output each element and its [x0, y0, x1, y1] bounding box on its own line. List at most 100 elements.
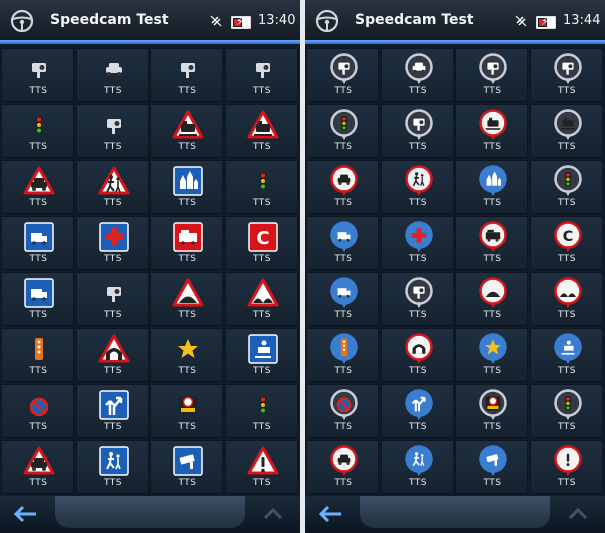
- double-camera-icon: [106, 119, 121, 134]
- alert-type-tile[interactable]: TTS: [75, 48, 149, 102]
- alert-type-tile[interactable]: TTS: [529, 104, 603, 158]
- alert-type-tile[interactable]: TTS: [306, 272, 379, 326]
- alert-type-tile[interactable]: TTS: [455, 216, 528, 270]
- alert-type-tile[interactable]: TTS: [150, 104, 223, 158]
- alert-type-tile[interactable]: TTS: [1, 384, 74, 438]
- alert-type-tile[interactable]: TTS: [380, 440, 454, 494]
- alert-type-tile[interactable]: TTS: [380, 48, 454, 102]
- alert-type-tile[interactable]: TTS: [529, 440, 603, 494]
- alert-type-tile[interactable]: TTS: [455, 160, 528, 214]
- scroll-up-chevron-icon[interactable]: [567, 505, 589, 521]
- alert-type-tile[interactable]: TTS: [224, 272, 298, 326]
- surveillance-camera-sign-icon: [173, 446, 203, 476]
- toll-booth-sign-icon: [24, 222, 54, 252]
- mobile-speed-camera-icon: [106, 287, 121, 302]
- steering-wheel-logo-icon[interactable]: [10, 9, 34, 33]
- alert-type-tile[interactable]: TTS: [224, 160, 298, 214]
- alert-type-tile[interactable]: C TTS: [529, 216, 603, 270]
- alert-type-tile[interactable]: TTS: [306, 48, 379, 102]
- alert-type-tile[interactable]: TTS: [75, 104, 149, 158]
- alert-type-tile[interactable]: C TTS: [224, 216, 298, 270]
- alert-type-tile[interactable]: TTS: [1, 104, 74, 158]
- tile-label: TTS: [29, 366, 48, 376]
- railway-crossing-pin-icon: [479, 109, 507, 140]
- uneven-road-pin-icon: [553, 277, 582, 308]
- alert-type-tile[interactable]: TTS: [150, 216, 223, 270]
- alert-type-tile[interactable]: TTS: [380, 104, 454, 158]
- alert-type-tile[interactable]: TTS: [224, 104, 298, 158]
- alert-type-tile[interactable]: TTS: [75, 440, 149, 494]
- alert-type-tile[interactable]: TTS: [455, 328, 528, 382]
- alert-type-tile[interactable]: TTS: [75, 384, 149, 438]
- border-control-pin-icon: [553, 333, 582, 364]
- alert-type-tile[interactable]: TTS: [455, 272, 528, 326]
- truck-check-pin-icon: [330, 277, 358, 308]
- alert-type-tile[interactable]: TTS: [529, 384, 603, 438]
- alert-type-tile[interactable]: TTS: [150, 328, 223, 382]
- alert-type-tile[interactable]: TTS: [455, 104, 528, 158]
- tile-label: TTS: [178, 310, 197, 320]
- alert-type-tile[interactable]: TTS: [306, 216, 379, 270]
- alert-type-tile[interactable]: TTS: [529, 272, 603, 326]
- alert-type-tile[interactable]: TTS: [380, 160, 454, 214]
- hospital-sign-icon: [98, 222, 129, 252]
- alert-type-tile[interactable]: TTS: [529, 328, 603, 382]
- scroll-up-chevron-icon[interactable]: [262, 505, 284, 521]
- alert-type-tile[interactable]: TTS: [306, 328, 379, 382]
- steering-wheel-logo-icon[interactable]: [315, 9, 339, 33]
- alert-type-tile[interactable]: TTS: [1, 216, 74, 270]
- alert-type-tile[interactable]: TTS: [455, 440, 528, 494]
- alert-type-tile[interactable]: TTS: [306, 384, 379, 438]
- tile-label: TTS: [334, 310, 353, 320]
- alert-type-tile[interactable]: TTS: [380, 384, 454, 438]
- traffic-light-pin-icon: [330, 109, 358, 140]
- alert-type-tile[interactable]: TTS: [224, 440, 298, 494]
- alert-type-tile[interactable]: TTS: [306, 104, 379, 158]
- tile-label: TTS: [483, 478, 502, 488]
- alert-type-tile[interactable]: TTS: [455, 48, 528, 102]
- speed-trailer-icon: [35, 338, 43, 360]
- alert-type-tile[interactable]: TTS: [224, 384, 298, 438]
- tram-pin-icon: [553, 109, 582, 140]
- tile-label: TTS: [252, 142, 272, 152]
- exit-ramp-pin-icon: [404, 389, 433, 420]
- alert-type-tile[interactable]: TTS: [306, 440, 379, 494]
- alert-type-tile[interactable]: TTS: [224, 328, 298, 382]
- alert-type-tile[interactable]: TTS: [1, 272, 74, 326]
- tile-label: TTS: [557, 86, 577, 96]
- alert-type-tile[interactable]: TTS: [380, 272, 454, 326]
- alert-type-tile[interactable]: TTS: [75, 272, 149, 326]
- alert-type-tile[interactable]: TTS: [150, 48, 223, 102]
- alert-type-tile[interactable]: TTS: [150, 440, 223, 494]
- tram-warning-icon: [247, 110, 278, 139]
- congestion-c-pin-icon: C: [553, 221, 582, 252]
- back-arrow-icon[interactable]: [8, 502, 42, 526]
- tile-label: TTS: [252, 422, 272, 432]
- tile-label: TTS: [483, 254, 502, 264]
- alert-type-tile[interactable]: TTS: [529, 160, 603, 214]
- alert-type-tile[interactable]: TTS: [1, 160, 74, 214]
- double-camera-pin-icon: [404, 109, 433, 140]
- alert-type-tile[interactable]: TTS: [306, 160, 379, 214]
- alert-type-tile[interactable]: TTS: [75, 216, 149, 270]
- alert-type-tile[interactable]: TTS: [380, 216, 454, 270]
- car-crash-pin-icon: [330, 445, 358, 476]
- alert-type-tile[interactable]: TTS: [150, 272, 223, 326]
- alert-type-tile[interactable]: TTS: [380, 328, 454, 382]
- alert-type-tile[interactable]: TTS: [75, 328, 149, 382]
- tile-label: TTS: [557, 310, 577, 320]
- alert-type-tile[interactable]: TTS: [1, 328, 74, 382]
- alert-type-tile[interactable]: TTS: [455, 384, 528, 438]
- alert-type-tile[interactable]: TTS: [224, 48, 298, 102]
- accident-pin-icon: [330, 165, 358, 196]
- alert-type-tile[interactable]: TTS: [150, 160, 223, 214]
- alert-type-tile[interactable]: TTS: [529, 48, 603, 102]
- alert-type-tile[interactable]: TTS: [1, 48, 74, 102]
- alert-type-tile[interactable]: TTS: [150, 384, 223, 438]
- tile-label: TTS: [252, 310, 272, 320]
- back-arrow-icon[interactable]: [313, 502, 347, 526]
- tile-label: TTS: [483, 142, 502, 152]
- alert-type-tile[interactable]: TTS: [1, 440, 74, 494]
- tile-label: TTS: [252, 86, 272, 96]
- alert-type-tile[interactable]: TTS: [75, 160, 149, 214]
